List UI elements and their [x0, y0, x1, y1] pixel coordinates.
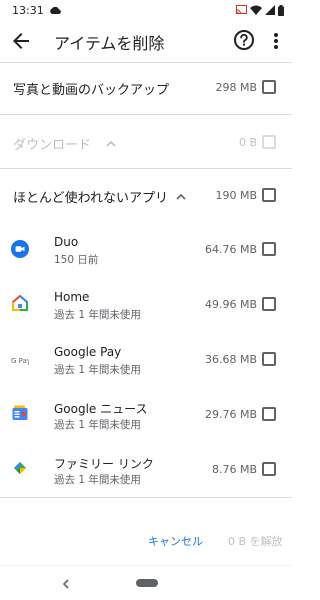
chevron-up-icon[interactable] [174, 189, 188, 203]
page-title: アイテムを削除 [54, 34, 165, 53]
app-size: 8.76 MB [211, 463, 257, 476]
help-icon[interactable] [233, 29, 255, 51]
family-link-icon [11, 459, 29, 477]
gpay-icon: G Pay [11, 351, 31, 369]
more-vert-icon[interactable] [266, 29, 286, 53]
app-last-used: 150 日前 [54, 254, 99, 266]
cloud-icon [49, 6, 61, 15]
app-last-used: 過去 1 年間未使用 [54, 364, 141, 376]
free-up-button: 0 B を解放 [228, 535, 283, 548]
app-name: Home [54, 290, 90, 304]
signal-icon [265, 5, 275, 15]
app-size: 29.76 MB [204, 408, 257, 421]
section-size: 0 B [238, 136, 257, 149]
svg-text:G Pay: G Pay [11, 357, 29, 365]
list-item-app[interactable]: Home 過去 1 年間未使用 49.96 MB [0, 276, 292, 330]
backup-checkbox[interactable] [262, 80, 276, 94]
status-time: 13:31 [12, 3, 44, 17]
status-bar: 13:31 [0, 0, 292, 20]
home-icon [11, 294, 29, 312]
wifi-icon [250, 5, 262, 15]
divider [0, 497, 292, 498]
home-pill[interactable] [136, 579, 158, 587]
arrow-back-icon[interactable] [9, 29, 33, 53]
app-last-used: 過去 1 年間未使用 [54, 474, 141, 486]
app-checkbox[interactable] [262, 352, 276, 366]
news-icon [11, 404, 29, 422]
cast-icon [236, 5, 247, 15]
section-size: 190 MB [215, 189, 257, 202]
chevron-up-icon [104, 136, 118, 150]
app-name: Google Pay [54, 345, 122, 359]
list-item-app[interactable]: ファミリー リンク 過去 1 年間未使用 8.76 MB [0, 441, 292, 495]
list-item-app[interactable]: Duo 150 日前 64.76 MB [0, 222, 292, 276]
app-checkbox[interactable] [262, 462, 276, 476]
section-size: 298 MB [215, 81, 257, 94]
app-size: 49.96 MB [204, 298, 257, 311]
section-label: ほとんど使われないアプリ [13, 191, 168, 206]
app-last-used: 過去 1 年間未使用 [54, 419, 141, 431]
app-last-used: 過去 1 年間未使用 [54, 309, 141, 321]
app-checkbox[interactable] [262, 297, 276, 311]
list-item-app[interactable]: G Pay Google Pay 過去 1 年間未使用 36.68 MB [0, 331, 292, 385]
section-photo-backup[interactable]: 写真と動画のバックアップ 298 MB [0, 62, 292, 114]
app-checkbox[interactable] [262, 407, 276, 421]
footer-actions: キャンセル 0 B を解放 [0, 520, 292, 564]
toolbar: アイテムを削除 [0, 20, 292, 62]
section-label: ダウンロード [13, 138, 92, 153]
app-name: Google ニュース [54, 402, 148, 416]
list-item-app[interactable]: Google ニュース 過去 1 年間未使用 29.76 MB [0, 386, 292, 440]
duo-icon [11, 240, 29, 258]
section-rarely-used-apps[interactable]: ほとんど使われないアプリ 190 MB [0, 168, 292, 220]
battery-icon [278, 4, 284, 16]
app-name: Duo [54, 235, 79, 249]
app-name: ファミリー リンク [54, 457, 154, 471]
app-size: 36.68 MB [204, 353, 257, 366]
cancel-button[interactable]: キャンセル [148, 533, 203, 549]
section-downloads: ダウンロード 0 B [0, 114, 292, 166]
system-nav-bar [0, 566, 292, 600]
app-size: 64.76 MB [204, 243, 257, 256]
rarely-used-checkbox[interactable] [262, 188, 276, 202]
app-checkbox[interactable] [262, 242, 276, 256]
downloads-checkbox [262, 135, 276, 149]
nav-back-icon[interactable] [60, 576, 72, 590]
section-label: 写真と動画のバックアップ [13, 83, 170, 98]
